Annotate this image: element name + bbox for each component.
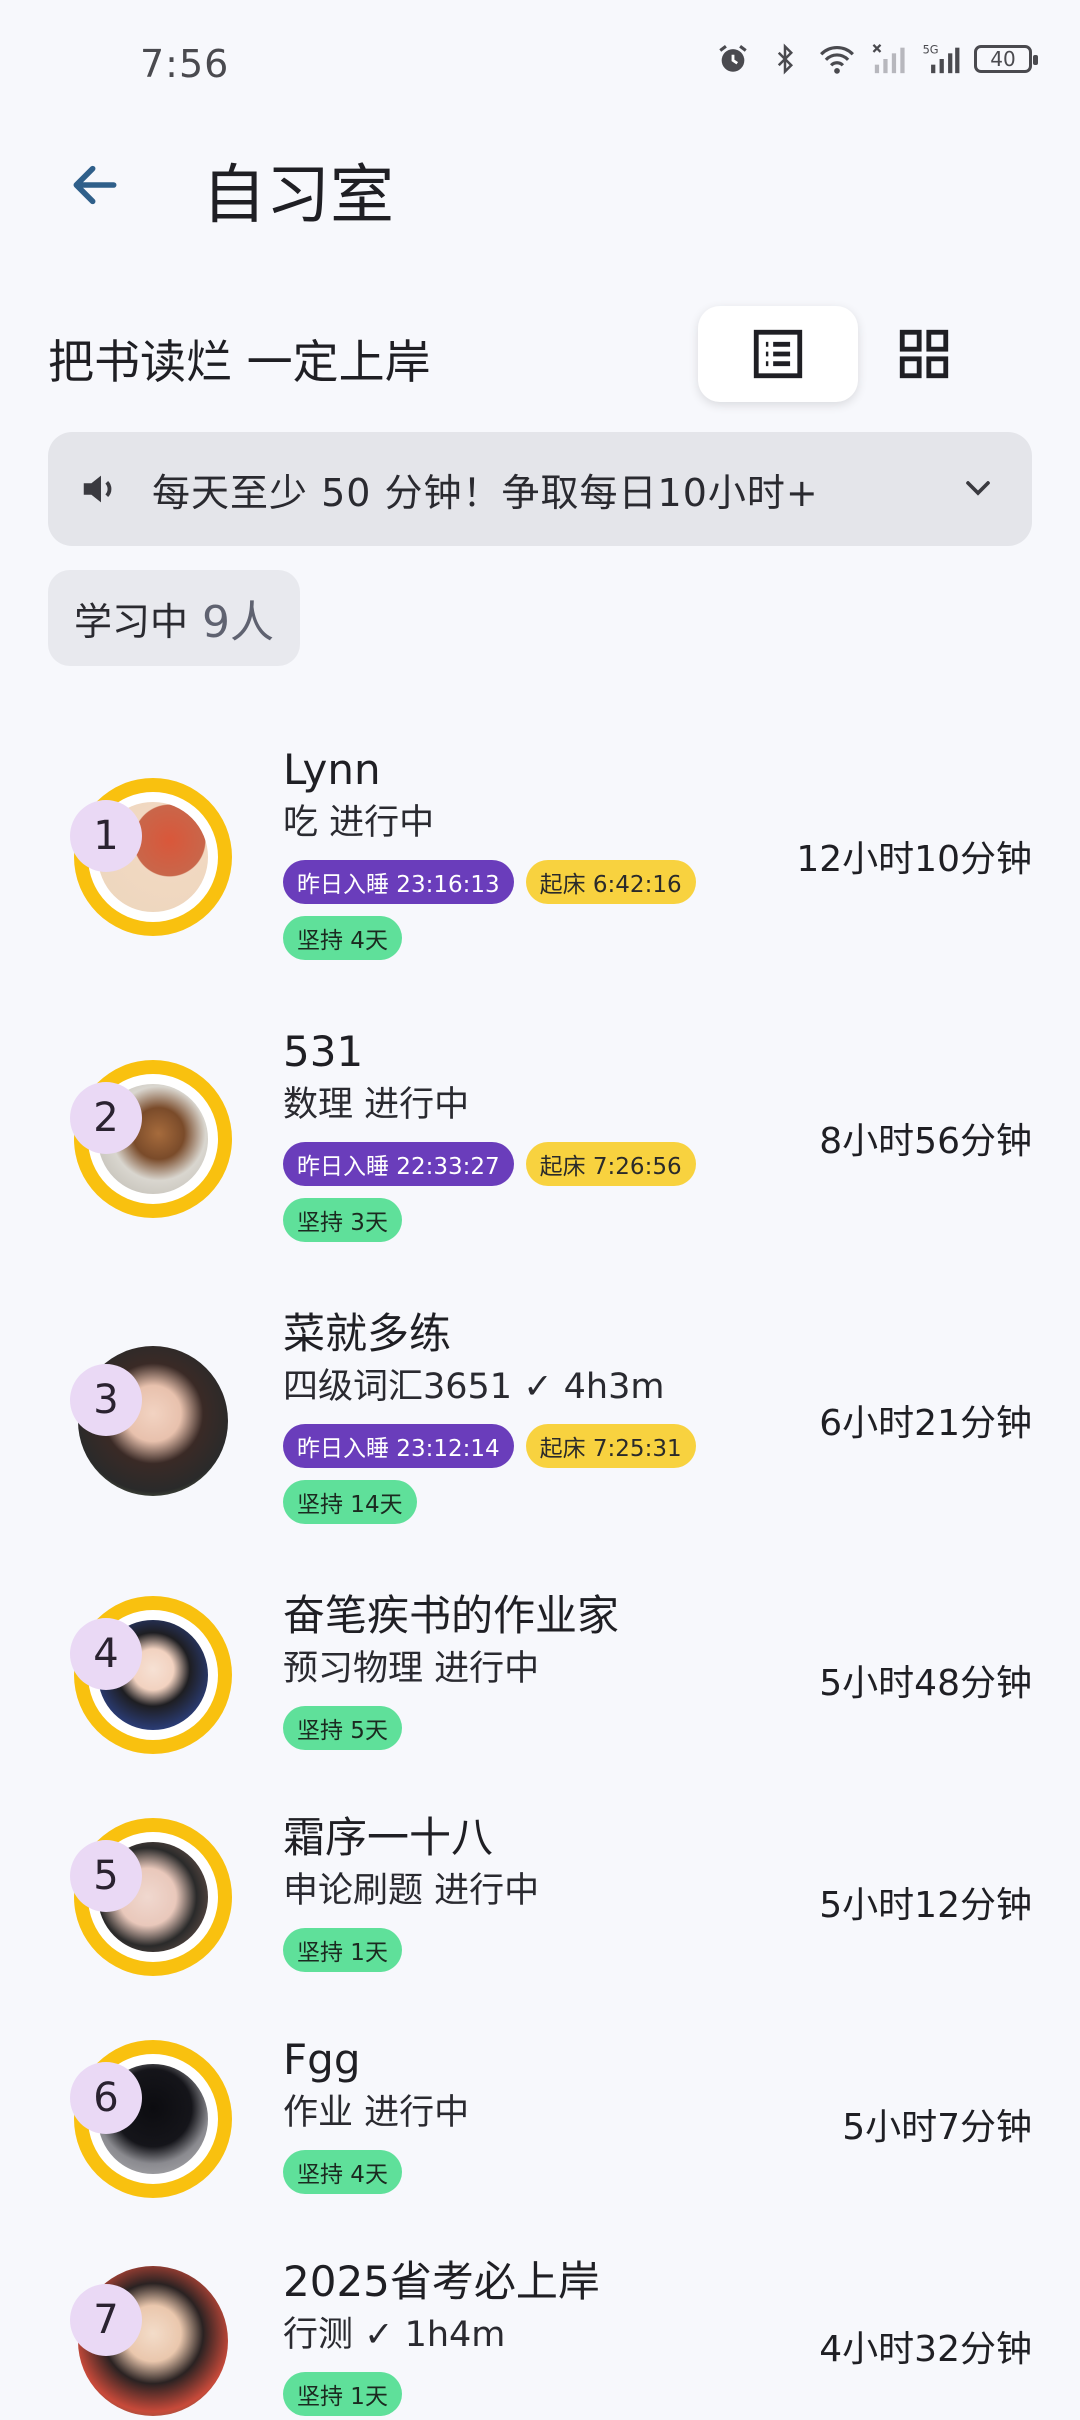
streak-badge: 坚持 14天: [283, 1480, 417, 1524]
badge-row: 坚持 1天: [283, 2372, 600, 2416]
member-info: Fgg 作业 进行中 坚持 4天: [283, 2034, 469, 2194]
sleep-time-badge: 昨日入睡 23:12:14: [283, 1424, 514, 1468]
badge-row: 坚持 4天: [283, 2150, 469, 2194]
member-activity: 预习物理 进行中: [283, 1649, 540, 1689]
study-duration: 4小时32分钟: [819, 2329, 1032, 2370]
sleep-time-badge: 昨日入睡 22:33:27: [283, 1142, 514, 1186]
list-view-button[interactable]: [698, 306, 858, 402]
avatar[interactable]: 4: [70, 1596, 232, 1754]
member-name: Fgg: [283, 2035, 361, 2084]
avatar[interactable]: 7: [70, 2262, 232, 2420]
studying-label: 学习中: [74, 599, 189, 644]
study-duration: 12小时10分钟: [796, 839, 1032, 880]
page-title: 自习室: [202, 159, 394, 233]
signal-1-icon: [870, 40, 908, 78]
group-header: 把书读烂 一定上岸: [48, 300, 1032, 410]
announcement-text: 每天至少 50 分钟！争取每日10小时+: [152, 471, 819, 515]
badge-row: 坚持 5天: [283, 1706, 619, 1750]
battery-icon: 40: [974, 45, 1038, 73]
rank-badge: 1: [70, 800, 142, 872]
announcement-banner[interactable]: 每天至少 50 分钟！争取每日10小时+: [48, 432, 1032, 546]
member-info: 奋笔疾书的作业家 预习物理 进行中 坚持 5天: [283, 1590, 619, 1750]
badge-row: 昨日入睡 23:12:14 起床 7:25:31: [283, 1424, 696, 1468]
avatar[interactable]: 1: [70, 778, 232, 936]
member-activity: 申论刷题 进行中: [283, 1871, 540, 1911]
member-name: Lynn: [283, 745, 381, 794]
list-view-icon: [753, 329, 803, 379]
badge-row: 昨日入睡 22:33:27 起床 7:26:56: [283, 1142, 696, 1186]
member-name: 菜就多练: [283, 1309, 452, 1358]
rank-badge: 3: [70, 1364, 142, 1436]
wake-time-badge: 起床 6:42:16: [525, 860, 696, 904]
bluetooth-icon: [766, 40, 804, 78]
avatar[interactable]: 6: [70, 2040, 232, 2198]
member-info: 2025省考必上岸 行测 ✓ 1h4m 坚持 1天: [283, 2256, 600, 2416]
streak-badge: 坚持 3天: [283, 1198, 402, 1242]
streak-badge: 坚持 1天: [283, 2372, 402, 2416]
badge-row: 昨日入睡 23:16:13 起床 6:42:16: [283, 860, 696, 904]
study-duration: 5小时7分钟: [842, 2107, 1032, 2148]
member-activity: 行测 ✓ 1h4m: [283, 2315, 506, 2355]
member-info: 菜就多练 四级词汇3651 ✓ 4h3m 昨日入睡 23:12:14 起床 7:…: [283, 1308, 696, 1524]
back-button[interactable]: [60, 150, 130, 220]
view-toggle: [698, 306, 992, 402]
member-info: 霜序一十八 申论刷题 进行中 坚持 1天: [283, 1812, 539, 1972]
member-name: 2025省考必上岸: [283, 2257, 600, 2306]
member-name: 霜序一十八: [283, 1813, 494, 1862]
badge-row: 坚持 14天: [283, 1480, 696, 1524]
speaker-icon: [83, 475, 112, 503]
wake-time-badge: 起床 7:25:31: [525, 1424, 696, 1468]
signal-5g-icon: 5G: [922, 40, 960, 78]
member-name: 531: [283, 1027, 364, 1076]
study-duration: 8小时56分钟: [819, 1121, 1032, 1162]
rank-badge: 7: [70, 2284, 142, 2356]
status-bar: 7:56 5G 40: [0, 0, 1080, 120]
group-name: 把书读烂 一定上岸: [48, 335, 431, 389]
rank-badge: 4: [70, 1618, 142, 1690]
rank-badge: 5: [70, 1840, 142, 1912]
member-info: 531 数理 进行中 昨日入睡 22:33:27 起床 7:26:56 坚持 3…: [283, 1026, 696, 1242]
studying-count-chip[interactable]: 学习中 9人: [48, 570, 301, 666]
grid-view-icon: [899, 329, 949, 379]
streak-badge: 坚持 5天: [283, 1706, 402, 1750]
study-duration: 6小时21分钟: [819, 1403, 1032, 1444]
avatar[interactable]: 5: [70, 1818, 232, 1976]
member-activity: 数理 进行中: [283, 1085, 470, 1125]
wifi-icon: [818, 40, 856, 78]
grid-view-button[interactable]: [844, 306, 1004, 402]
alarm-icon: [714, 40, 752, 78]
studying-count: 9人: [202, 597, 275, 648]
member-name: 奋笔疾书的作业家: [283, 1591, 620, 1640]
member-activity: 四级词汇3651 ✓ 4h3m: [283, 1367, 665, 1407]
rank-badge: 6: [70, 2062, 142, 2134]
member-info: Lynn 吃 进行中 昨日入睡 23:16:13 起床 6:42:16 坚持 4…: [283, 744, 696, 960]
member-activity: 吃 进行中: [283, 803, 435, 843]
avatar[interactable]: 2: [70, 1060, 232, 1218]
badge-row: 坚持 1天: [283, 1928, 539, 1972]
top-bar: 自习室: [0, 130, 1080, 240]
streak-badge: 坚持 4天: [283, 2150, 402, 2194]
streak-badge: 坚持 4天: [283, 916, 402, 960]
streak-badge: 坚持 1天: [283, 1928, 402, 1972]
wake-time-badge: 起床 7:26:56: [525, 1142, 696, 1186]
status-time: 7:56: [140, 42, 230, 86]
avatar[interactable]: 3: [70, 1342, 232, 1500]
status-icons: 5G 40: [714, 40, 1038, 78]
badge-row: 坚持 4天: [283, 916, 696, 960]
rank-badge: 2: [70, 1082, 142, 1154]
study-duration: 5小时12分钟: [819, 1885, 1032, 1926]
badge-row: 坚持 3天: [283, 1198, 696, 1242]
sleep-time-badge: 昨日入睡 23:16:13: [283, 860, 514, 904]
study-duration: 5小时48分钟: [819, 1663, 1032, 1704]
chevron-down-icon[interactable]: [958, 468, 998, 508]
arrow-left-icon: [73, 165, 117, 205]
svg-text:5G: 5G: [923, 42, 939, 56]
member-activity: 作业 进行中: [283, 2093, 470, 2133]
